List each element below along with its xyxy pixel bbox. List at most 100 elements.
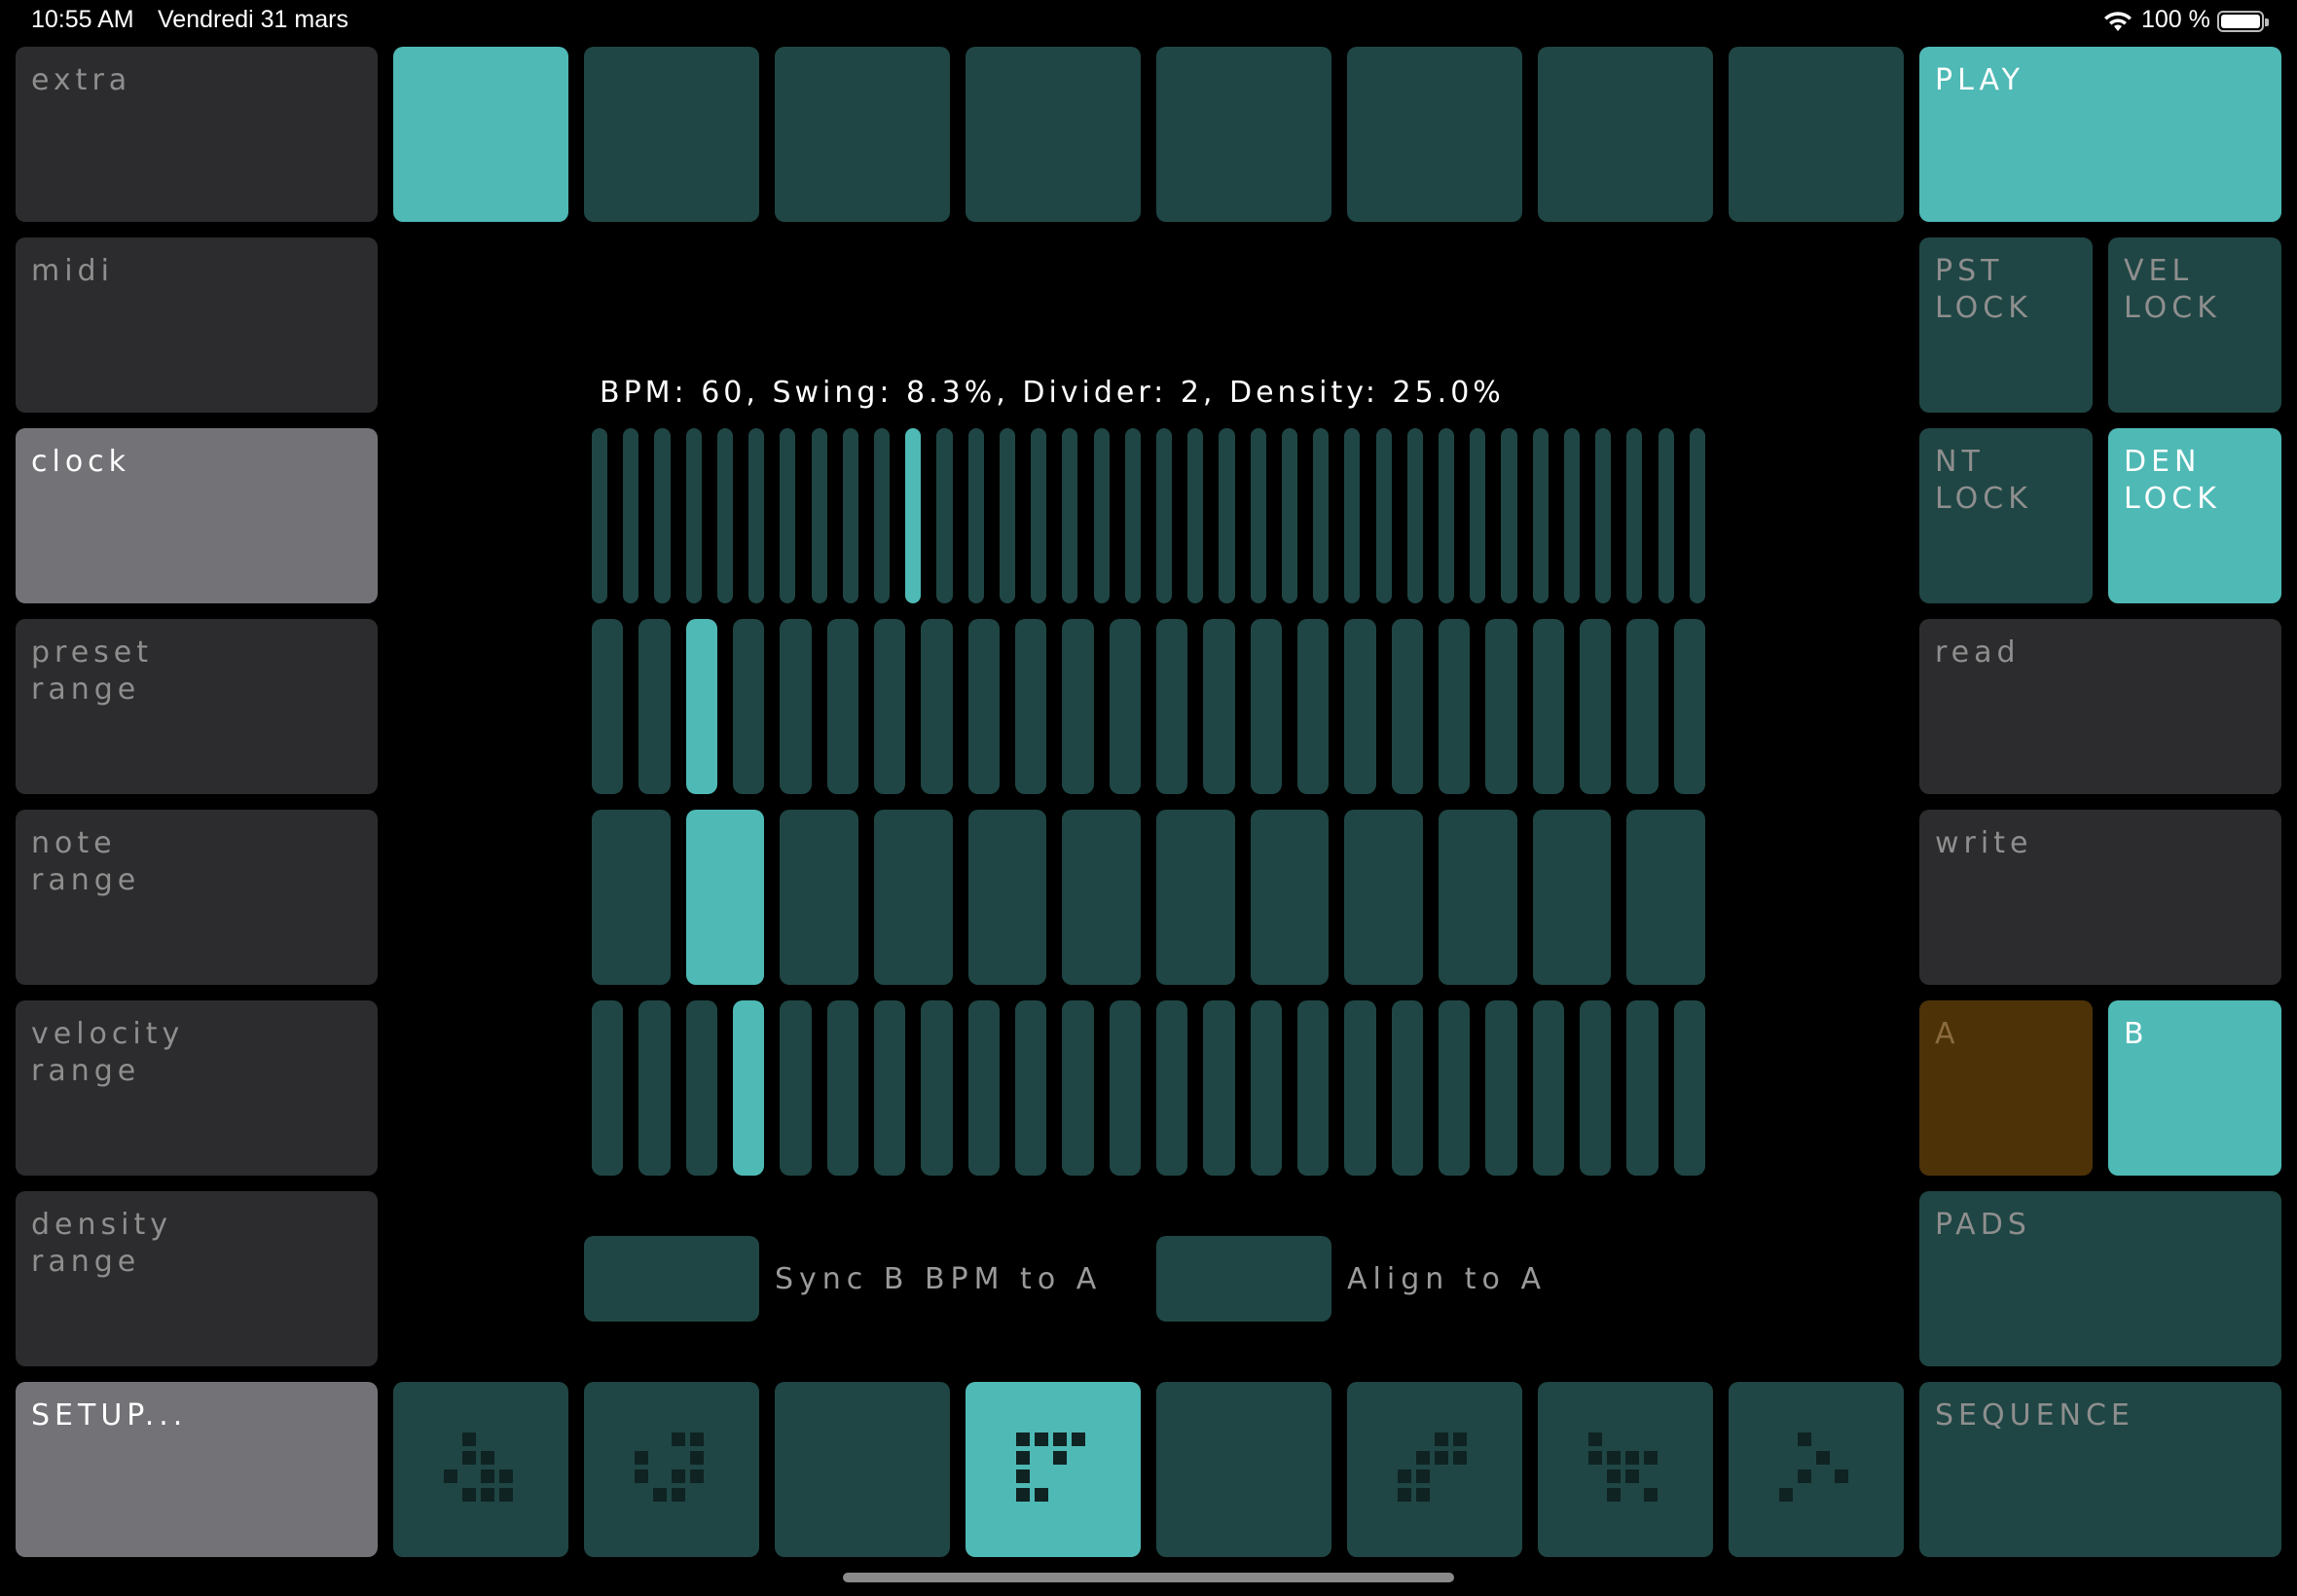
slider-swing-step[interactable] <box>1626 619 1659 794</box>
slider-swing-step[interactable] <box>733 619 765 794</box>
slider-bpm-step[interactable] <box>936 428 953 603</box>
left-menu-item[interactable]: clock <box>16 428 378 603</box>
pattern-pad[interactable] <box>1347 1382 1522 1557</box>
slider-bpm-step[interactable] <box>1563 428 1581 603</box>
write-button[interactable]: write <box>1919 810 2281 985</box>
step-pad[interactable] <box>1347 47 1522 222</box>
slider-bpm-step[interactable] <box>1626 428 1643 603</box>
track-a-button[interactable]: A <box>1919 1000 2093 1176</box>
slider-divider-step[interactable] <box>1156 810 1235 985</box>
slider-swing-step[interactable] <box>967 619 1000 794</box>
left-menu-item[interactable]: preset range <box>16 619 378 794</box>
slider-bpm-step[interactable] <box>748 428 765 603</box>
slider-bpm-step[interactable] <box>592 428 608 603</box>
slider-bpm-step[interactable] <box>716 428 734 603</box>
slider-swing-step[interactable] <box>1344 619 1376 794</box>
slider-bpm-step[interactable] <box>1062 428 1078 603</box>
slider-density-step[interactable] <box>1109 1000 1141 1176</box>
slider-bpm-step[interactable] <box>1156 428 1173 603</box>
slider-swing-step[interactable] <box>1439 619 1471 794</box>
slider-bpm-step[interactable] <box>842 428 858 603</box>
left-menu-item[interactable]: density range <box>16 1191 378 1366</box>
slider-bpm-step[interactable] <box>999 428 1016 603</box>
sequence-button[interactable]: SEQUENCE <box>1919 1382 2281 1557</box>
slider-density-step[interactable] <box>967 1000 1000 1176</box>
slider-swing-step[interactable] <box>1109 619 1141 794</box>
slider-divider-step[interactable] <box>685 810 765 985</box>
slider-divider-step[interactable] <box>1626 810 1705 985</box>
lock-button[interactable]: VEL LOCK <box>2108 237 2281 413</box>
slider-swing-step[interactable] <box>638 619 671 794</box>
slider-swing-step[interactable] <box>685 619 717 794</box>
step-pad[interactable] <box>393 47 568 222</box>
slider-density-step[interactable] <box>1203 1000 1235 1176</box>
step-pad[interactable] <box>1538 47 1713 222</box>
slider-swing-step[interactable] <box>780 619 812 794</box>
step-pad[interactable] <box>966 47 1141 222</box>
slider-bpm-step[interactable] <box>1344 428 1361 603</box>
slider-bpm-step[interactable] <box>623 428 639 603</box>
slider-divider-step[interactable] <box>1439 810 1517 985</box>
slider-divider-step[interactable] <box>967 810 1047 985</box>
slider-swing-step[interactable] <box>1391 619 1423 794</box>
slider-density-step[interactable] <box>1015 1000 1047 1176</box>
pattern-pad[interactable] <box>775 1382 950 1557</box>
slider-bpm-step[interactable] <box>654 428 671 603</box>
slider-bpm-step[interactable] <box>1595 428 1612 603</box>
step-pad[interactable] <box>775 47 950 222</box>
slider-density-step[interactable] <box>1439 1000 1471 1176</box>
slider-density-step[interactable] <box>1532 1000 1564 1176</box>
lock-button[interactable]: DEN LOCK <box>2108 428 2281 603</box>
slider-bpm-step[interactable] <box>1031 428 1047 603</box>
slider-density-step[interactable] <box>1250 1000 1282 1176</box>
slider-bpm-step[interactable] <box>1689 428 1705 603</box>
slider-swing-step[interactable] <box>1673 619 1705 794</box>
step-pad[interactable] <box>1729 47 1904 222</box>
slider-bpm-step[interactable] <box>1219 428 1235 603</box>
slider-swing-step[interactable] <box>1156 619 1188 794</box>
slider-bpm-step[interactable] <box>1093 428 1110 603</box>
slider-bpm-step[interactable] <box>780 428 796 603</box>
left-menu-item[interactable]: note range <box>16 810 378 985</box>
slider-swing-step[interactable] <box>874 619 906 794</box>
slider-density-step[interactable] <box>826 1000 858 1176</box>
slider-bpm-step[interactable] <box>685 428 702 603</box>
pattern-pad[interactable] <box>584 1382 759 1557</box>
slider-bpm-step[interactable] <box>1375 428 1392 603</box>
step-pad[interactable] <box>1156 47 1331 222</box>
read-button[interactable]: read <box>1919 619 2281 794</box>
slider-density-step[interactable] <box>592 1000 624 1176</box>
slider-divider-step[interactable] <box>780 810 858 985</box>
slider-density-step[interactable] <box>1391 1000 1423 1176</box>
slider-divider-step[interactable] <box>1532 810 1612 985</box>
slider-swing-step[interactable] <box>1062 619 1094 794</box>
slider-density-step[interactable] <box>1580 1000 1612 1176</box>
slider-swing-step[interactable] <box>826 619 858 794</box>
slider-density-step[interactable] <box>1297 1000 1330 1176</box>
slider-divider-step[interactable] <box>1344 810 1423 985</box>
slider-swing-step[interactable] <box>1297 619 1330 794</box>
slider-bpm-step[interactable] <box>905 428 922 603</box>
slider-swing-step[interactable] <box>1485 619 1517 794</box>
slider-bpm-step[interactable] <box>1250 428 1266 603</box>
slider-density-step[interactable] <box>780 1000 812 1176</box>
pattern-pad[interactable] <box>1538 1382 1713 1557</box>
slider-divider-step[interactable] <box>1250 810 1330 985</box>
slider-swing-step[interactable] <box>1580 619 1612 794</box>
slider-bpm-step[interactable] <box>1501 428 1517 603</box>
slider-bpm-step[interactable] <box>967 428 984 603</box>
track-b-button[interactable]: B <box>2108 1000 2281 1176</box>
slider-bpm-step[interactable] <box>1187 428 1204 603</box>
slider-bpm-step[interactable] <box>1470 428 1486 603</box>
step-pad[interactable] <box>584 47 759 222</box>
left-menu-item[interactable]: extra <box>16 47 378 222</box>
left-menu-item[interactable]: midi <box>16 237 378 413</box>
slider-swing-step[interactable] <box>1532 619 1564 794</box>
slider-swing-step[interactable] <box>1015 619 1047 794</box>
left-menu-item[interactable]: velocity range <box>16 1000 378 1176</box>
slider-swing-step[interactable] <box>592 619 624 794</box>
lock-button[interactable]: NT LOCK <box>1919 428 2093 603</box>
slider-swing-step[interactable] <box>1203 619 1235 794</box>
slider-bpm-step[interactable] <box>1406 428 1423 603</box>
slider-bpm-step[interactable] <box>1658 428 1674 603</box>
